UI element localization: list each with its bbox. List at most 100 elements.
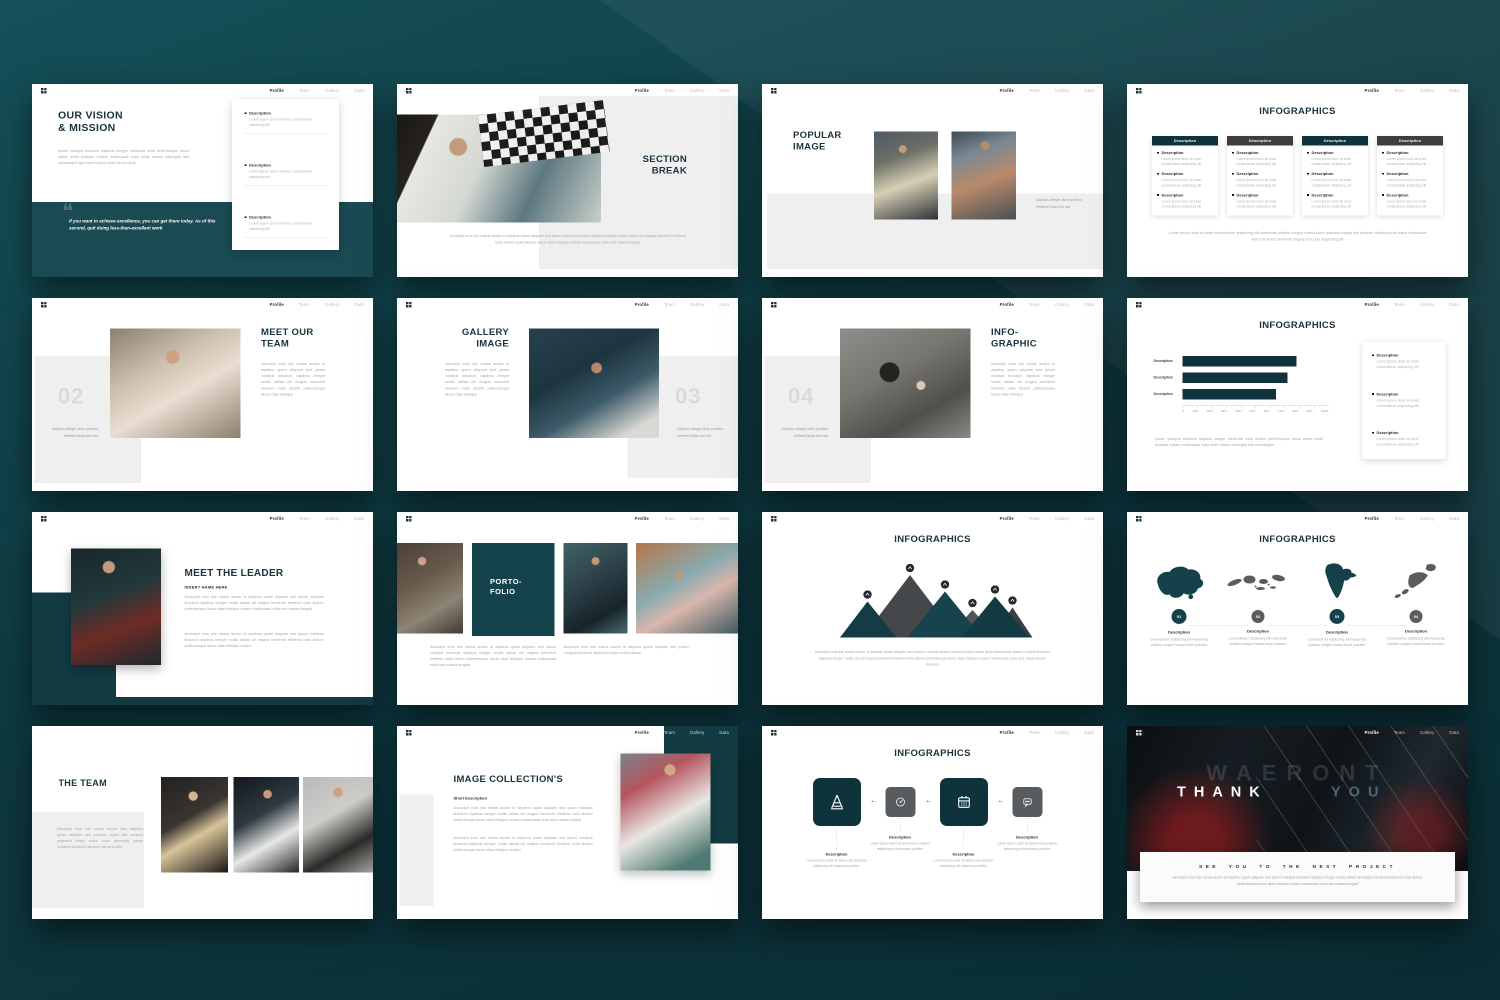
list-item: DescriptionLorem ipsum dolor sit amet co…	[1157, 172, 1214, 189]
slide-nav: ProfileTeamGalleryData	[635, 302, 729, 307]
caption-text: Dapibus integer dolor porttitor eleifend…	[48, 426, 98, 440]
name-placeholder: INSERT NAME HERE	[185, 585, 228, 590]
page-title: PORTO-FOLIO	[490, 577, 522, 597]
slide-header: ProfileTeamGalleryData	[1127, 512, 1468, 525]
slide-infographics-maps[interactable]: ProfileTeamGalleryData INFOGRAPHICS 01 D…	[1127, 512, 1468, 705]
step-number: 02	[1252, 610, 1265, 623]
grid-logo-icon	[406, 516, 412, 522]
nav-team: Team	[1394, 302, 1405, 307]
list-item: DescriptionLorem ipsum dolor sit amet co…	[1232, 172, 1289, 189]
arrow-left-icon: ←	[998, 796, 1006, 805]
body-text: Asuscipit eros iste metus auctor id dapi…	[185, 631, 324, 649]
process-step: DescriptionLorem ipsum dolor sit amet co…	[933, 852, 995, 869]
nav-profile: Profile	[1000, 88, 1014, 93]
page-title: INFOGRAPHICS	[1127, 534, 1468, 545]
slide-thank-you[interactable]: WAERONT THANK YOU ProfileTeamGalleryData…	[1127, 726, 1468, 919]
nav-gallery: Gallery	[690, 302, 705, 307]
fashion-photo-1	[874, 132, 938, 220]
description-columns: Description DescriptionLorem ipsum dolor…	[1152, 136, 1443, 216]
nav-gallery: Gallery	[325, 516, 340, 521]
body-text: Asuscipit eros iste metus auctor id dapi…	[185, 594, 324, 612]
x-axis-ticks: 010%20%30%40%50%60%70%80%90%100%	[1183, 410, 1329, 413]
slide-meet-the-leader[interactable]: ProfileTeamGalleryData MEET THE LEADER I…	[32, 512, 373, 705]
slide-infographics-mountains[interactable]: ProfileTeamGalleryData INFOGRAPHICS	[762, 512, 1103, 705]
grid-logo-icon	[41, 88, 47, 94]
nav-data: Data	[719, 88, 729, 93]
slide-nav: ProfileTeamGalleryData	[1365, 516, 1459, 521]
list-item: DescriptionLorem ipsum dolor sit amet co…	[1382, 193, 1439, 210]
slide-gallery-image[interactable]: ProfileTeamGalleryData GALLERYIMAGE Asus…	[397, 298, 738, 491]
slide-number: 03	[675, 384, 701, 409]
slide-header: ProfileTeamGalleryData	[1127, 726, 1468, 739]
slide-number: 04	[788, 384, 814, 409]
grid-logo-icon	[771, 88, 777, 94]
connector-line	[964, 827, 965, 849]
slide-nav: ProfileTeamGalleryData	[1365, 302, 1459, 307]
nav-gallery: Gallery	[690, 516, 705, 521]
nav-profile: Profile	[635, 88, 649, 93]
body-text: Ipsum volutpat tincidunt dapibus integer…	[1155, 436, 1323, 448]
process-step: DescriptionLorem ipsum dolor sit amet co…	[996, 835, 1058, 852]
slide-nav: ProfileTeamGalleryData	[270, 88, 364, 93]
nav-team: Team	[664, 302, 675, 307]
slide-header: ProfileTeamGalleryData	[397, 512, 738, 525]
list-item: DescriptionLorem ipsum dolor sit amet co…	[244, 111, 327, 134]
footer-text: Lorem ipsum dolor sit amet consectetuer …	[1168, 230, 1428, 243]
bar-row: Description	[1154, 373, 1329, 384]
nav-team: Team	[664, 88, 675, 93]
slide-meet-our-team[interactable]: ProfileTeamGalleryData 02 Dapibus intege…	[32, 298, 373, 491]
bar-row: Description	[1154, 356, 1329, 367]
slide-portfolio[interactable]: ProfileTeamGalleryData PORTO-FOLIO Asusc…	[397, 512, 738, 705]
slide-header: ProfileTeamGalleryData	[762, 512, 1103, 525]
nav-data: Data	[1449, 88, 1459, 93]
slide-section-break[interactable]: ProfileTeamGalleryData SECTIONBREAK Asus…	[397, 84, 738, 277]
mountain-chart	[833, 558, 1033, 642]
page-title: MEET THE LEADER	[185, 567, 284, 579]
team-photo-3	[303, 777, 373, 873]
leader-photo	[71, 549, 161, 666]
nav-team: Team	[299, 302, 310, 307]
page-title: MEET OURTEAM	[261, 327, 314, 350]
slide-infographics-bars[interactable]: ProfileTeamGalleryData INFOGRAPHICS Desc…	[1127, 298, 1468, 491]
slide-header: ProfileTeamGalleryData	[1127, 298, 1468, 311]
nav-profile: Profile	[635, 730, 649, 735]
nav-gallery: Gallery	[325, 302, 340, 307]
team-photo-2	[234, 777, 300, 873]
page-title: INFOGRAPHICS	[1127, 106, 1468, 117]
model-photo	[110, 329, 241, 439]
caption-text: Asuscipit eros iste metus auctor id dapi…	[1163, 875, 1433, 888]
list-item: DescriptionLorem ipsum dolor sit amet co…	[1157, 193, 1214, 210]
template-preview-page: ProfileTeamGalleryData OUR VISION& MISSI…	[0, 0, 1500, 1000]
process-step: DescriptionLorem ipsum dolor sit amet co…	[806, 852, 868, 869]
slide-image-collections[interactable]: ProfileTeamGalleryData IMAGE COLLECTION'…	[397, 726, 738, 919]
nav-profile: Profile	[270, 88, 284, 93]
you-title: YOU	[1331, 784, 1386, 801]
grid-logo-icon	[771, 730, 777, 736]
map-step: 02 Description Consectetuer adipiscing e…	[1221, 559, 1295, 648]
nav-gallery: Gallery	[690, 730, 705, 735]
slide-info-graphic[interactable]: ProfileTeamGalleryData 04 Dapibus intege…	[762, 298, 1103, 491]
slide-the-team[interactable]: THE TEAM Asuscipit eros iste metus aucto…	[32, 726, 373, 919]
nav-data: Data	[354, 302, 364, 307]
nav-data: Data	[719, 302, 729, 307]
slide-vision-mission[interactable]: ProfileTeamGalleryData OUR VISION& MISSI…	[32, 84, 373, 277]
nav-data: Data	[719, 730, 729, 735]
step-number: 01	[1172, 609, 1187, 624]
nav-data: Data	[1449, 516, 1459, 521]
description-card: DescriptionLorem ipsum dolor sit amet co…	[232, 99, 339, 250]
slide-popular-image[interactable]: ProfileTeamGalleryData POPULARIMAGE Dapi…	[762, 84, 1103, 277]
slide-infographics-process[interactable]: ProfileTeamGalleryData INFOGRAPHICS ← ← …	[762, 726, 1103, 919]
portfolio-photo-3	[636, 543, 738, 634]
nav-data: Data	[1084, 302, 1094, 307]
nav-team: Team	[1029, 302, 1040, 307]
nav-data: Data	[719, 516, 729, 521]
nav-team: Team	[1394, 88, 1405, 93]
slide-nav: ProfileTeamGalleryData	[1365, 730, 1459, 735]
grid-logo-icon	[41, 302, 47, 308]
slide-header: ProfileTeamGalleryData	[1127, 84, 1468, 97]
map-step: 01 Description Consectetuer adipiscing e…	[1142, 559, 1216, 648]
slide-infographics-cards[interactable]: ProfileTeamGalleryData INFOGRAPHICS Desc…	[1127, 84, 1468, 277]
list-item: DescriptionLorem ipsum dolor sit amet co…	[1307, 172, 1364, 189]
portfolio-photo-2	[564, 543, 628, 634]
page-title: INFOGRAPHICS	[762, 748, 1103, 759]
